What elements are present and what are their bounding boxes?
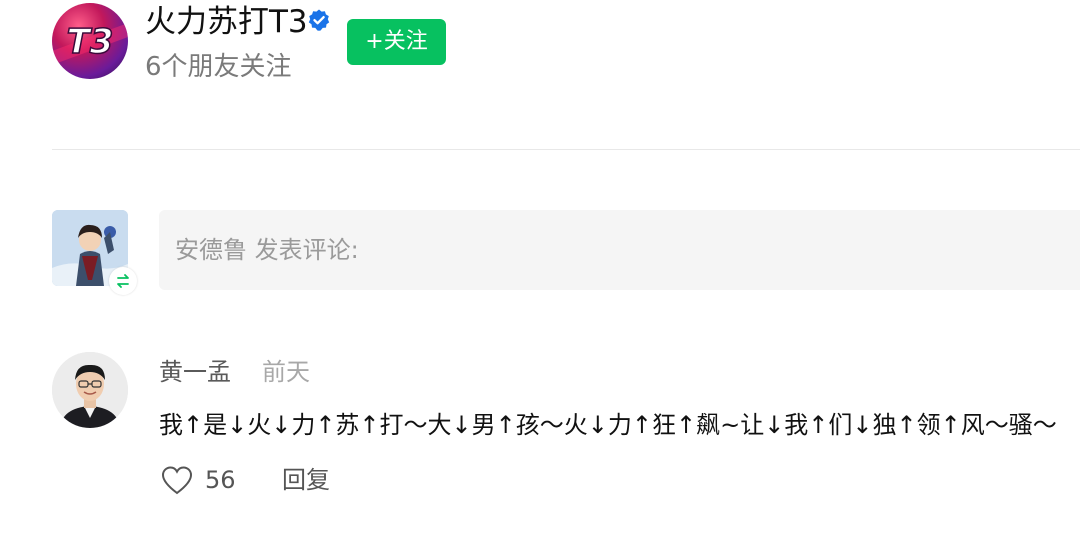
comment-time: 前天 (262, 358, 310, 386)
reply-button[interactable]: 回复 (282, 460, 330, 500)
account-name[interactable]: 火力苏打T3 (145, 2, 308, 42)
comment-text: 我↑是↓火↓力↑苏↑打～大↓男↑孩～火↓力↑狂↑飙~让↓我↑们↓独↑领↑风～骚～ (159, 411, 1057, 439)
switch-icon (117, 274, 129, 288)
switch-account-badge[interactable] (109, 267, 137, 295)
commenter-name[interactable]: 黄一孟 (159, 356, 231, 388)
like-count: 56 (205, 466, 236, 494)
verified-icon (307, 8, 331, 32)
account-avatar[interactable]: T3 (52, 3, 128, 79)
comment-input[interactable] (159, 210, 1080, 290)
friends-following-count: 6个朋友关注 (145, 52, 292, 82)
like-button[interactable]: 56 (159, 460, 236, 500)
account-logo-text: T3 (67, 22, 114, 62)
heart-icon (161, 466, 193, 495)
follow-button[interactable]: +关注 (347, 19, 446, 65)
divider (52, 149, 1080, 150)
commenter-avatar[interactable] (52, 352, 128, 428)
